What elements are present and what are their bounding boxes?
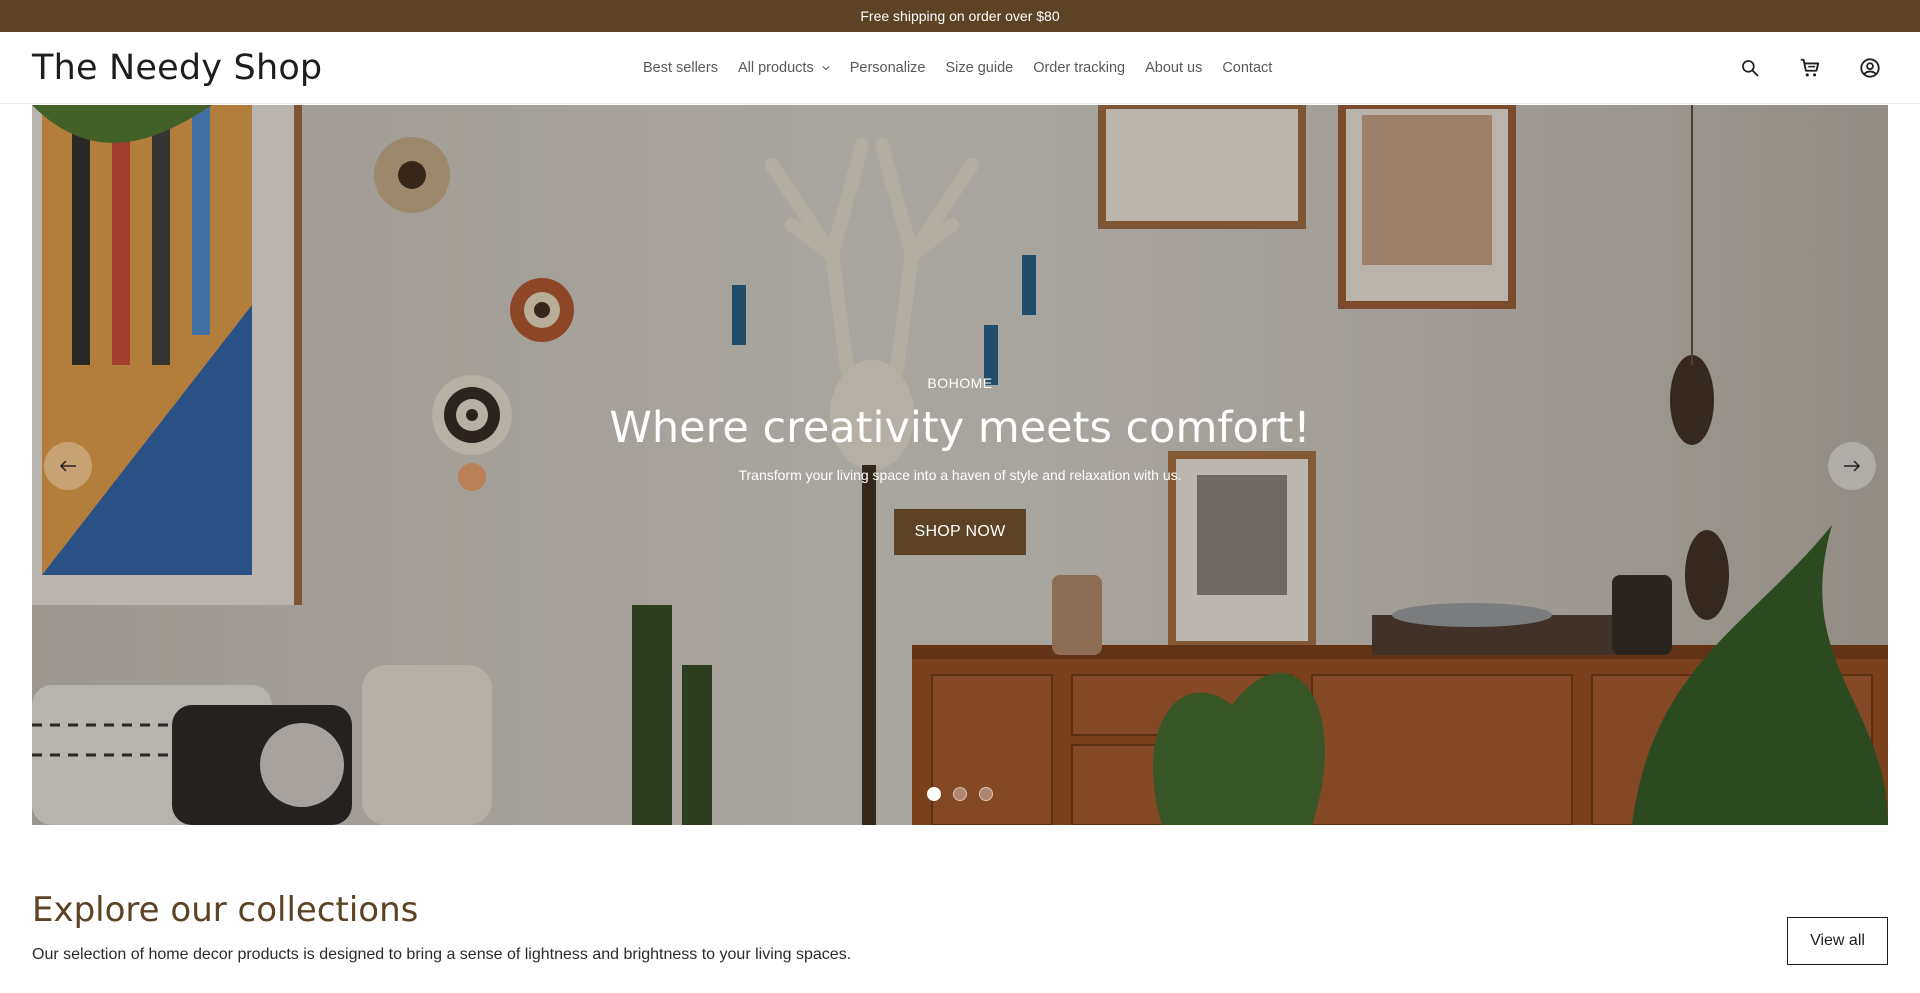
nav-personalize[interactable]: Personalize (850, 60, 926, 76)
hero-content: BOHOME Where creativity meets comfort! T… (32, 375, 1888, 555)
nav-order-tracking[interactable]: Order tracking (1033, 60, 1125, 76)
nav-label: Order tracking (1033, 60, 1126, 76)
slide-dots (32, 787, 1888, 801)
shop-now-button[interactable]: SHOP NOW (894, 509, 1026, 555)
nav-label: Best sellers (643, 60, 718, 76)
nav-label: All products (737, 60, 814, 76)
main-nav: Best sellers All products Personalize Si… (643, 32, 1272, 104)
arrow-left-icon (59, 460, 76, 472)
hero-title: Where creativity meets comfort! (609, 403, 1311, 453)
chevron-down-icon (822, 66, 830, 71)
hero-slideshow: BOHOME Where creativity meets comfort! T… (32, 105, 1888, 825)
slide-prev-button[interactable] (44, 442, 92, 490)
nav-contact[interactable]: Contact (1222, 60, 1272, 76)
collections-section: Explore our collections Our selection of… (32, 890, 1888, 965)
nav-label: Contact (1222, 60, 1273, 76)
nav-all-products[interactable]: All products (738, 60, 830, 76)
header-actions (1738, 32, 1882, 104)
slide-next-button[interactable] (1828, 442, 1876, 490)
collections-description: Our selection of home decor products is … (32, 946, 852, 963)
nav-label: About us (1145, 60, 1203, 76)
nav-size-guide[interactable]: Size guide (945, 60, 1013, 76)
hero-subtitle: Transform your living space into a haven… (738, 467, 1182, 483)
arrow-right-icon (1844, 460, 1861, 472)
slide-dot[interactable] (953, 787, 967, 801)
slide-dot[interactable] (979, 787, 993, 801)
slide-dot[interactable] (927, 787, 941, 801)
cart-icon[interactable] (1798, 56, 1822, 80)
search-icon[interactable] (1738, 56, 1762, 80)
announcement-text: Free shipping on order over $80 (860, 8, 1060, 24)
hero-eyebrow: BOHOME (927, 375, 993, 391)
nav-label: Size guide (945, 60, 1014, 76)
nav-label: Personalize (849, 60, 926, 76)
nav-best-sellers[interactable]: Best sellers (643, 60, 718, 76)
nav-about-us[interactable]: About us (1145, 60, 1202, 76)
collections-title: Explore our collections (32, 890, 419, 930)
account-icon[interactable] (1858, 56, 1882, 80)
announcement-bar: Free shipping on order over $80 (0, 0, 1920, 32)
view-all-button[interactable]: View all (1787, 917, 1888, 965)
site-logo[interactable]: The Needy Shop (32, 48, 322, 88)
site-header: The Needy Shop Best sellers All products… (0, 32, 1920, 104)
